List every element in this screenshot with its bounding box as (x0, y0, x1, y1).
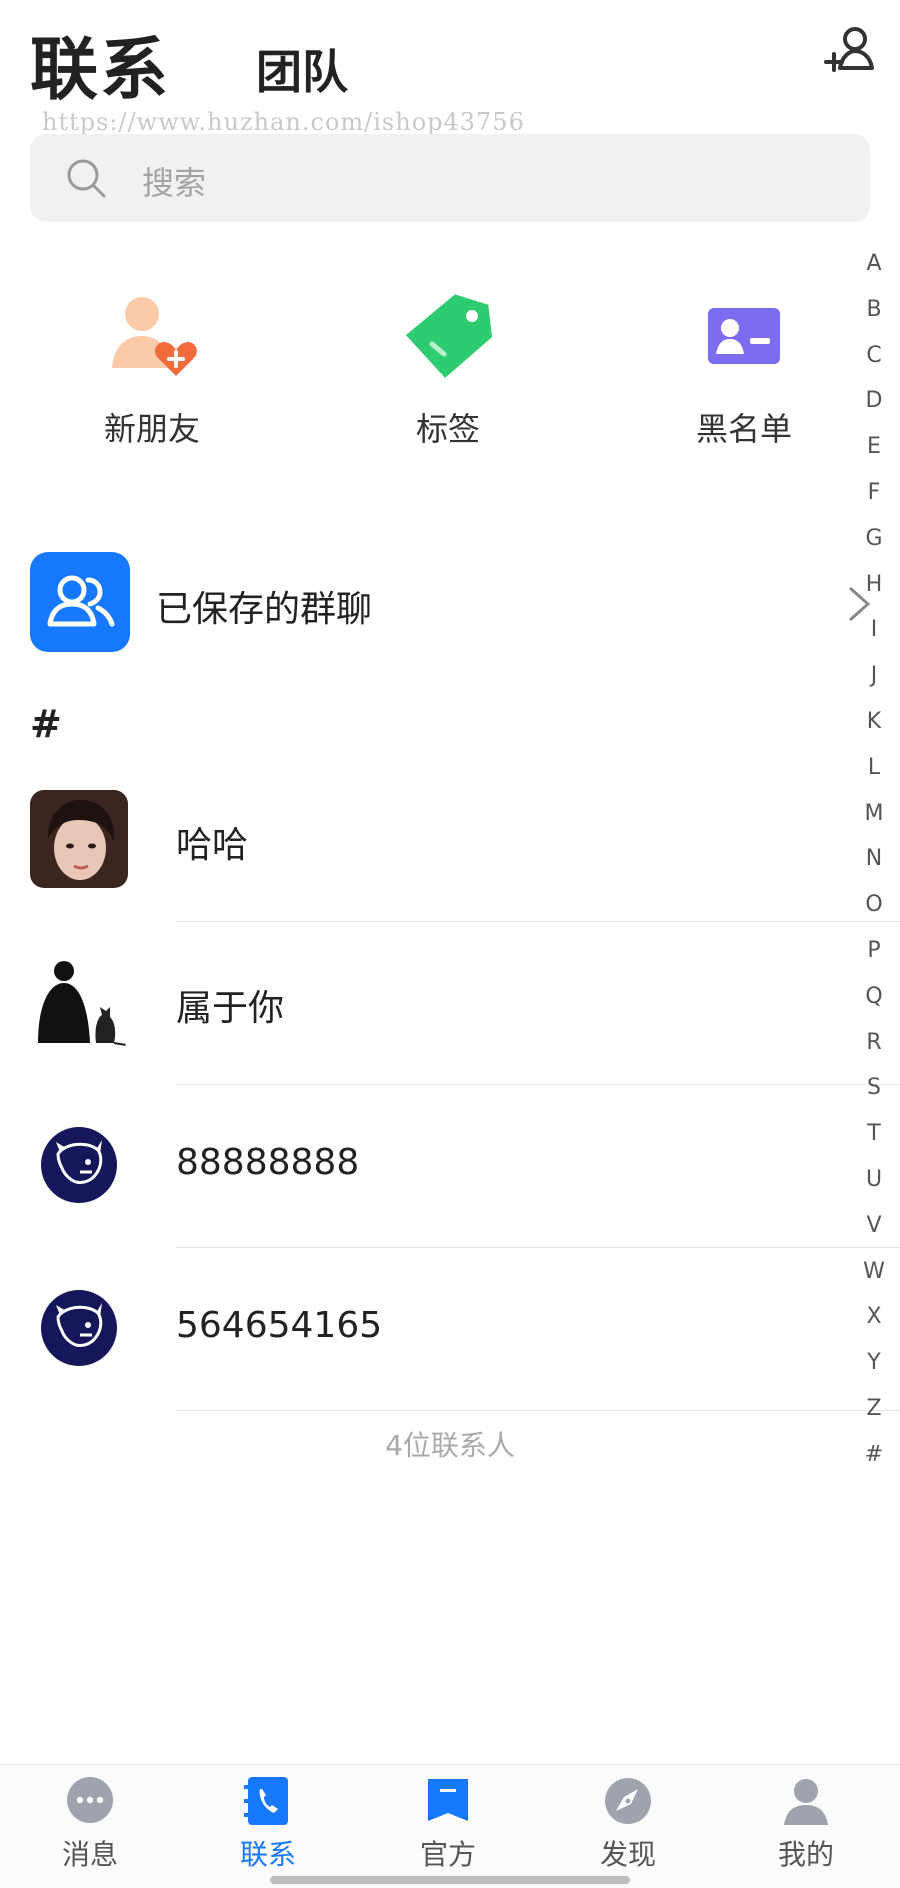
contact-name: 88888888 (176, 1142, 360, 1183)
search-bar[interactable]: 搜索 (30, 134, 870, 222)
index-letter[interactable]: T (862, 1120, 886, 1166)
section-header: # (30, 702, 62, 746)
official-bookmark-icon (428, 1779, 468, 1821)
tab-profile[interactable]: 我的 (746, 1775, 866, 1885)
index-letter[interactable]: O (862, 891, 886, 937)
contacts-phone-icon (244, 1777, 288, 1825)
index-letter[interactable]: A (862, 250, 886, 296)
contact-row[interactable]: 属于你 (0, 953, 900, 1116)
blacklist-label: 黑名单 (695, 410, 792, 448)
index-letter[interactable]: U (862, 1166, 886, 1212)
saved-group-chats-row[interactable]: 已保存的群聊 (0, 550, 880, 654)
index-letter[interactable]: I (862, 616, 886, 662)
tab-label: 消息 (61, 1838, 118, 1871)
divider (176, 1410, 900, 1411)
contact-row[interactable]: 564654165 (0, 1279, 900, 1442)
index-letter[interactable]: Q (862, 983, 886, 1029)
contact-count: 4位联系人 (385, 1429, 515, 1462)
index-letter[interactable]: H (862, 571, 886, 617)
index-letter[interactable]: C (862, 342, 886, 388)
profile-icon (784, 1779, 828, 1825)
compass-icon (605, 1778, 651, 1824)
new-friends-button[interactable]: 新朋友 (82, 286, 222, 448)
tab-team[interactable]: 团队 (256, 36, 348, 102)
dog-logo-avatar (30, 1279, 128, 1377)
index-letter[interactable]: E (862, 433, 886, 479)
index-letter[interactable]: V (862, 1212, 886, 1258)
index-letter[interactable]: M (862, 800, 886, 846)
index-letter[interactable]: # (862, 1441, 886, 1487)
index-letter[interactable]: F (862, 479, 886, 525)
index-letter[interactable]: K (862, 708, 886, 754)
index-letter[interactable]: B (862, 296, 886, 342)
tags-button[interactable]: 标签 (378, 286, 518, 448)
index-letter[interactable]: X (862, 1303, 886, 1349)
saved-group-chats-label: 已保存的群聊 (156, 589, 373, 630)
tab-contacts[interactable]: 联系 (208, 1775, 328, 1885)
tab-label: 我的 (777, 1838, 834, 1871)
tag-icon (405, 294, 493, 378)
bottom-tab-bar: 消息 联系 官方 发现 我的 (0, 1764, 900, 1888)
contact-row[interactable]: 哈哈 (0, 790, 900, 953)
blacklist-button[interactable]: 黑名单 (674, 286, 814, 448)
photo-avatar (30, 790, 128, 888)
header: 联系 团队 https://www.huzhan.com/ishop43756 (0, 0, 900, 136)
home-indicator[interactable] (270, 1876, 630, 1884)
index-letter[interactable]: J (862, 662, 886, 708)
tags-label: 标签 (415, 410, 480, 448)
contact-name: 属于你 (176, 988, 285, 1029)
contact-row[interactable]: 88888888 (0, 1116, 900, 1279)
index-letter[interactable]: D (862, 387, 886, 433)
index-letter[interactable]: P (862, 937, 886, 983)
index-letter[interactable]: W (862, 1258, 886, 1304)
tab-messages[interactable]: 消息 (30, 1775, 150, 1885)
new-friend-icon (112, 297, 197, 376)
contact-name: 564654165 (176, 1305, 383, 1346)
alphabet-index[interactable]: A B C D E F G H I J K L M N O P Q R S T … (862, 250, 886, 1487)
search-icon (67, 159, 106, 198)
index-letter[interactable]: R (862, 1029, 886, 1075)
blacklist-card-icon (708, 308, 780, 364)
index-letter[interactable]: N (862, 845, 886, 891)
page-title: 联系 (30, 31, 171, 110)
message-bubble-icon (67, 1777, 113, 1823)
tab-label: 发现 (599, 1838, 656, 1871)
tab-official[interactable]: 官方 (388, 1775, 508, 1885)
tab-discover[interactable]: 发现 (568, 1775, 688, 1885)
index-letter[interactable]: L (862, 754, 886, 800)
dog-logo-avatar (30, 1116, 128, 1214)
divider (176, 921, 900, 922)
index-letter[interactable]: Z (862, 1395, 886, 1441)
divider (176, 1247, 900, 1248)
index-letter[interactable]: G (862, 525, 886, 571)
tab-label: 联系 (239, 1838, 296, 1871)
search-input[interactable]: 搜索 (142, 158, 206, 204)
contact-name: 哈哈 (176, 825, 249, 866)
silhouette-avatar (30, 953, 128, 1051)
tab-label: 官方 (419, 1838, 476, 1871)
group-chat-icon (30, 552, 130, 652)
new-friends-label: 新朋友 (103, 410, 200, 448)
add-contact-icon[interactable] (822, 22, 878, 78)
watermark-text: https://www.huzhan.com/ishop43756 (42, 108, 525, 136)
index-letter[interactable]: Y (862, 1349, 886, 1395)
divider (176, 1084, 900, 1085)
index-letter[interactable]: S (862, 1074, 886, 1120)
